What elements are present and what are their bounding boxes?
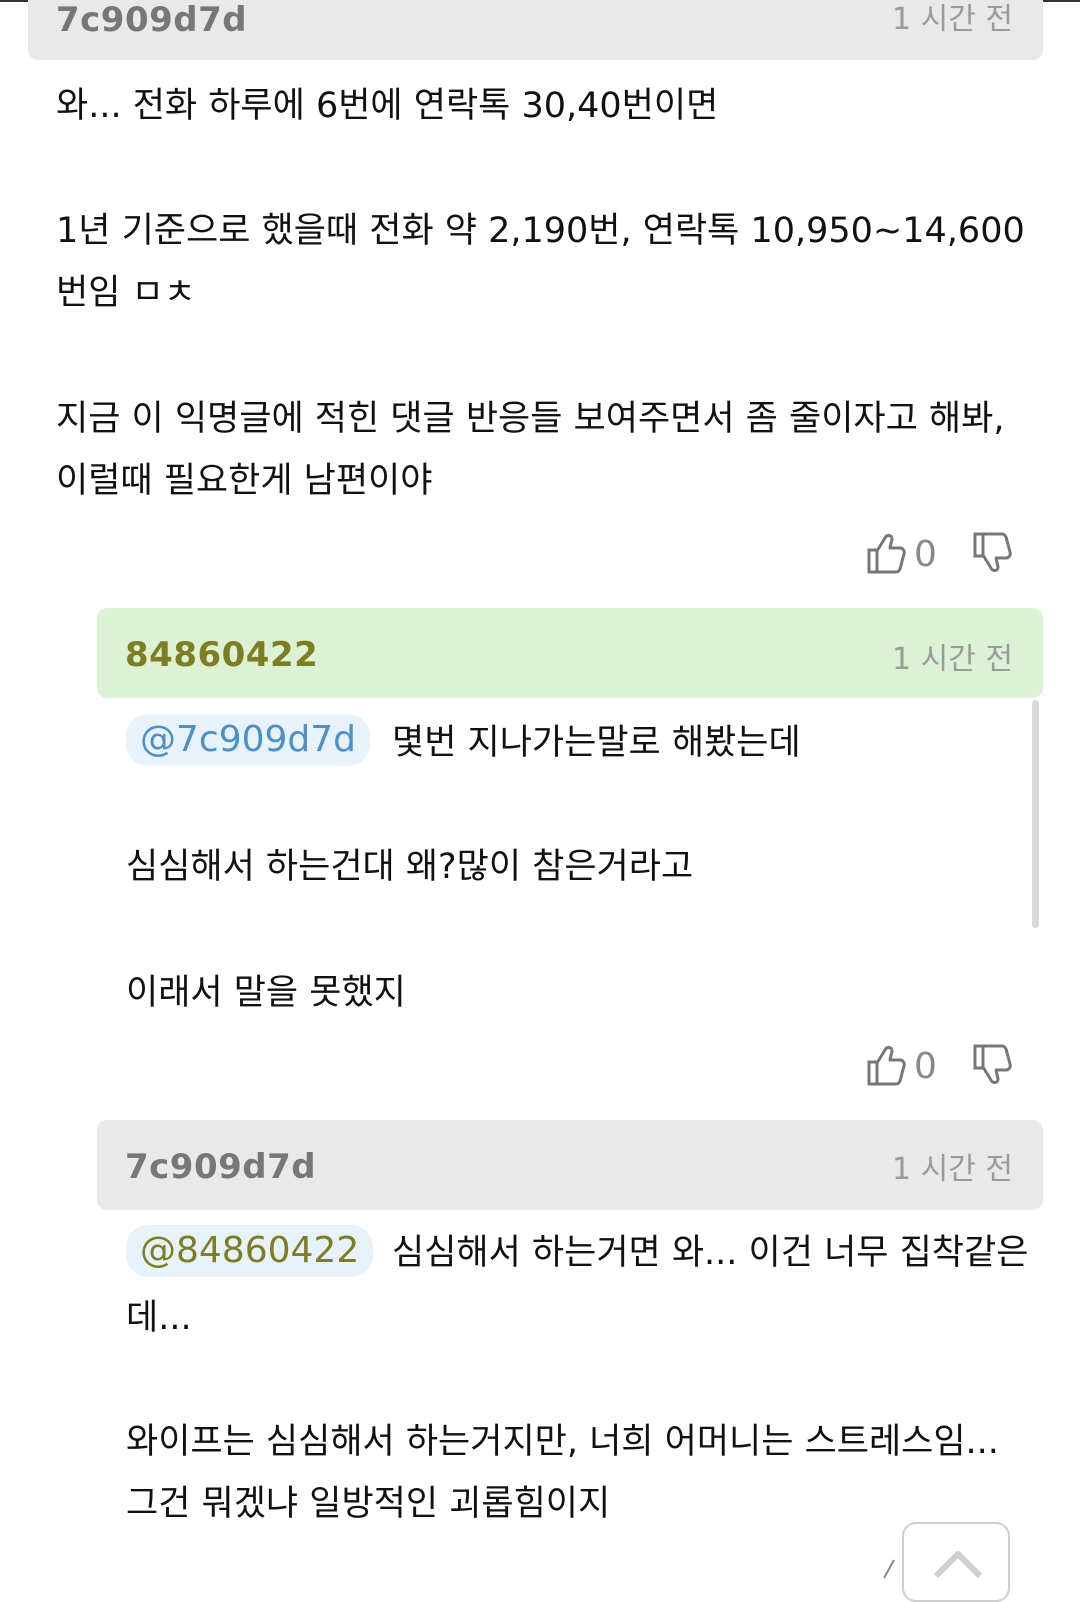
thumbs-down-icon[interactable]	[972, 530, 1012, 580]
reply-author[interactable]: 84860422	[125, 635, 318, 675]
thumbs-up-icon[interactable]	[866, 530, 906, 580]
comment-text-line: 1년 기준으로 했을때 전화 약 2,190번, 연락톡 10,950~14,6…	[56, 211, 1025, 251]
like-count: 0	[914, 1046, 937, 1087]
reply-header: 84860422 1 시간 전	[97, 608, 1043, 698]
comment-reactions: 0	[866, 530, 1016, 580]
reply-time: 1 시간 전	[892, 1152, 1013, 1187]
thumbs-down-icon[interactable]	[972, 1042, 1012, 1092]
reply-author[interactable]: 7c909d7d	[125, 1147, 316, 1187]
scroll-to-top-icon	[932, 1544, 984, 1588]
reply-time: 1 시간 전	[892, 642, 1013, 677]
reply-text-line: 이래서 말을 못했지	[126, 973, 406, 1013]
mention-tag[interactable]: @7c909d7d	[126, 714, 371, 766]
comment-author[interactable]: 7c909d7d	[56, 0, 247, 40]
scroll-to-top-button[interactable]	[902, 1522, 1010, 1602]
reply-text-line: 데...	[126, 1298, 192, 1338]
like-count: 0	[914, 534, 937, 575]
reply-text-line: 심심해서 하는거면 와... 이건 너무 집착같은	[392, 1233, 1029, 1273]
mention-tag[interactable]: @84860422	[126, 1225, 374, 1277]
comment-text-line: 와... 전화 하루에 6번에 연락톡 30,40번이면	[56, 86, 719, 126]
reply-text-line: 그건 뭐겠냐 일방적인 괴롭힘이지	[126, 1484, 611, 1524]
reply-text-line: 몇번 지나가는말로 해봤는데	[392, 723, 801, 763]
comment-header: 7c909d7d 1 시간 전	[28, 0, 1043, 60]
comment-time: 1 시간 전	[892, 2, 1013, 37]
reply-text-line: 와이프는 심심해서 하는거지만, 너희 어머니는 스트레스임...	[126, 1422, 999, 1462]
reply-header: 7c909d7d 1 시간 전	[97, 1120, 1043, 1210]
comment-text-line: 이럴때 필요한게 남편이야	[56, 461, 433, 501]
comment-text-line: 지금 이 익명글에 적힌 댓글 반응들 보여주면서 좀 줄이자고 해봐,	[56, 399, 1005, 439]
reply-reactions: 0	[866, 1042, 1016, 1092]
reply-text-line: 심심해서 하는건대 왜?많이 참은거라고	[126, 847, 694, 887]
scroll-to-top-pointer-icon	[880, 1556, 900, 1586]
comment-text-line: 번임 ㅁㅊ	[56, 273, 196, 313]
scrollbar[interactable]	[1032, 700, 1039, 928]
thumbs-up-icon[interactable]	[866, 1042, 906, 1092]
